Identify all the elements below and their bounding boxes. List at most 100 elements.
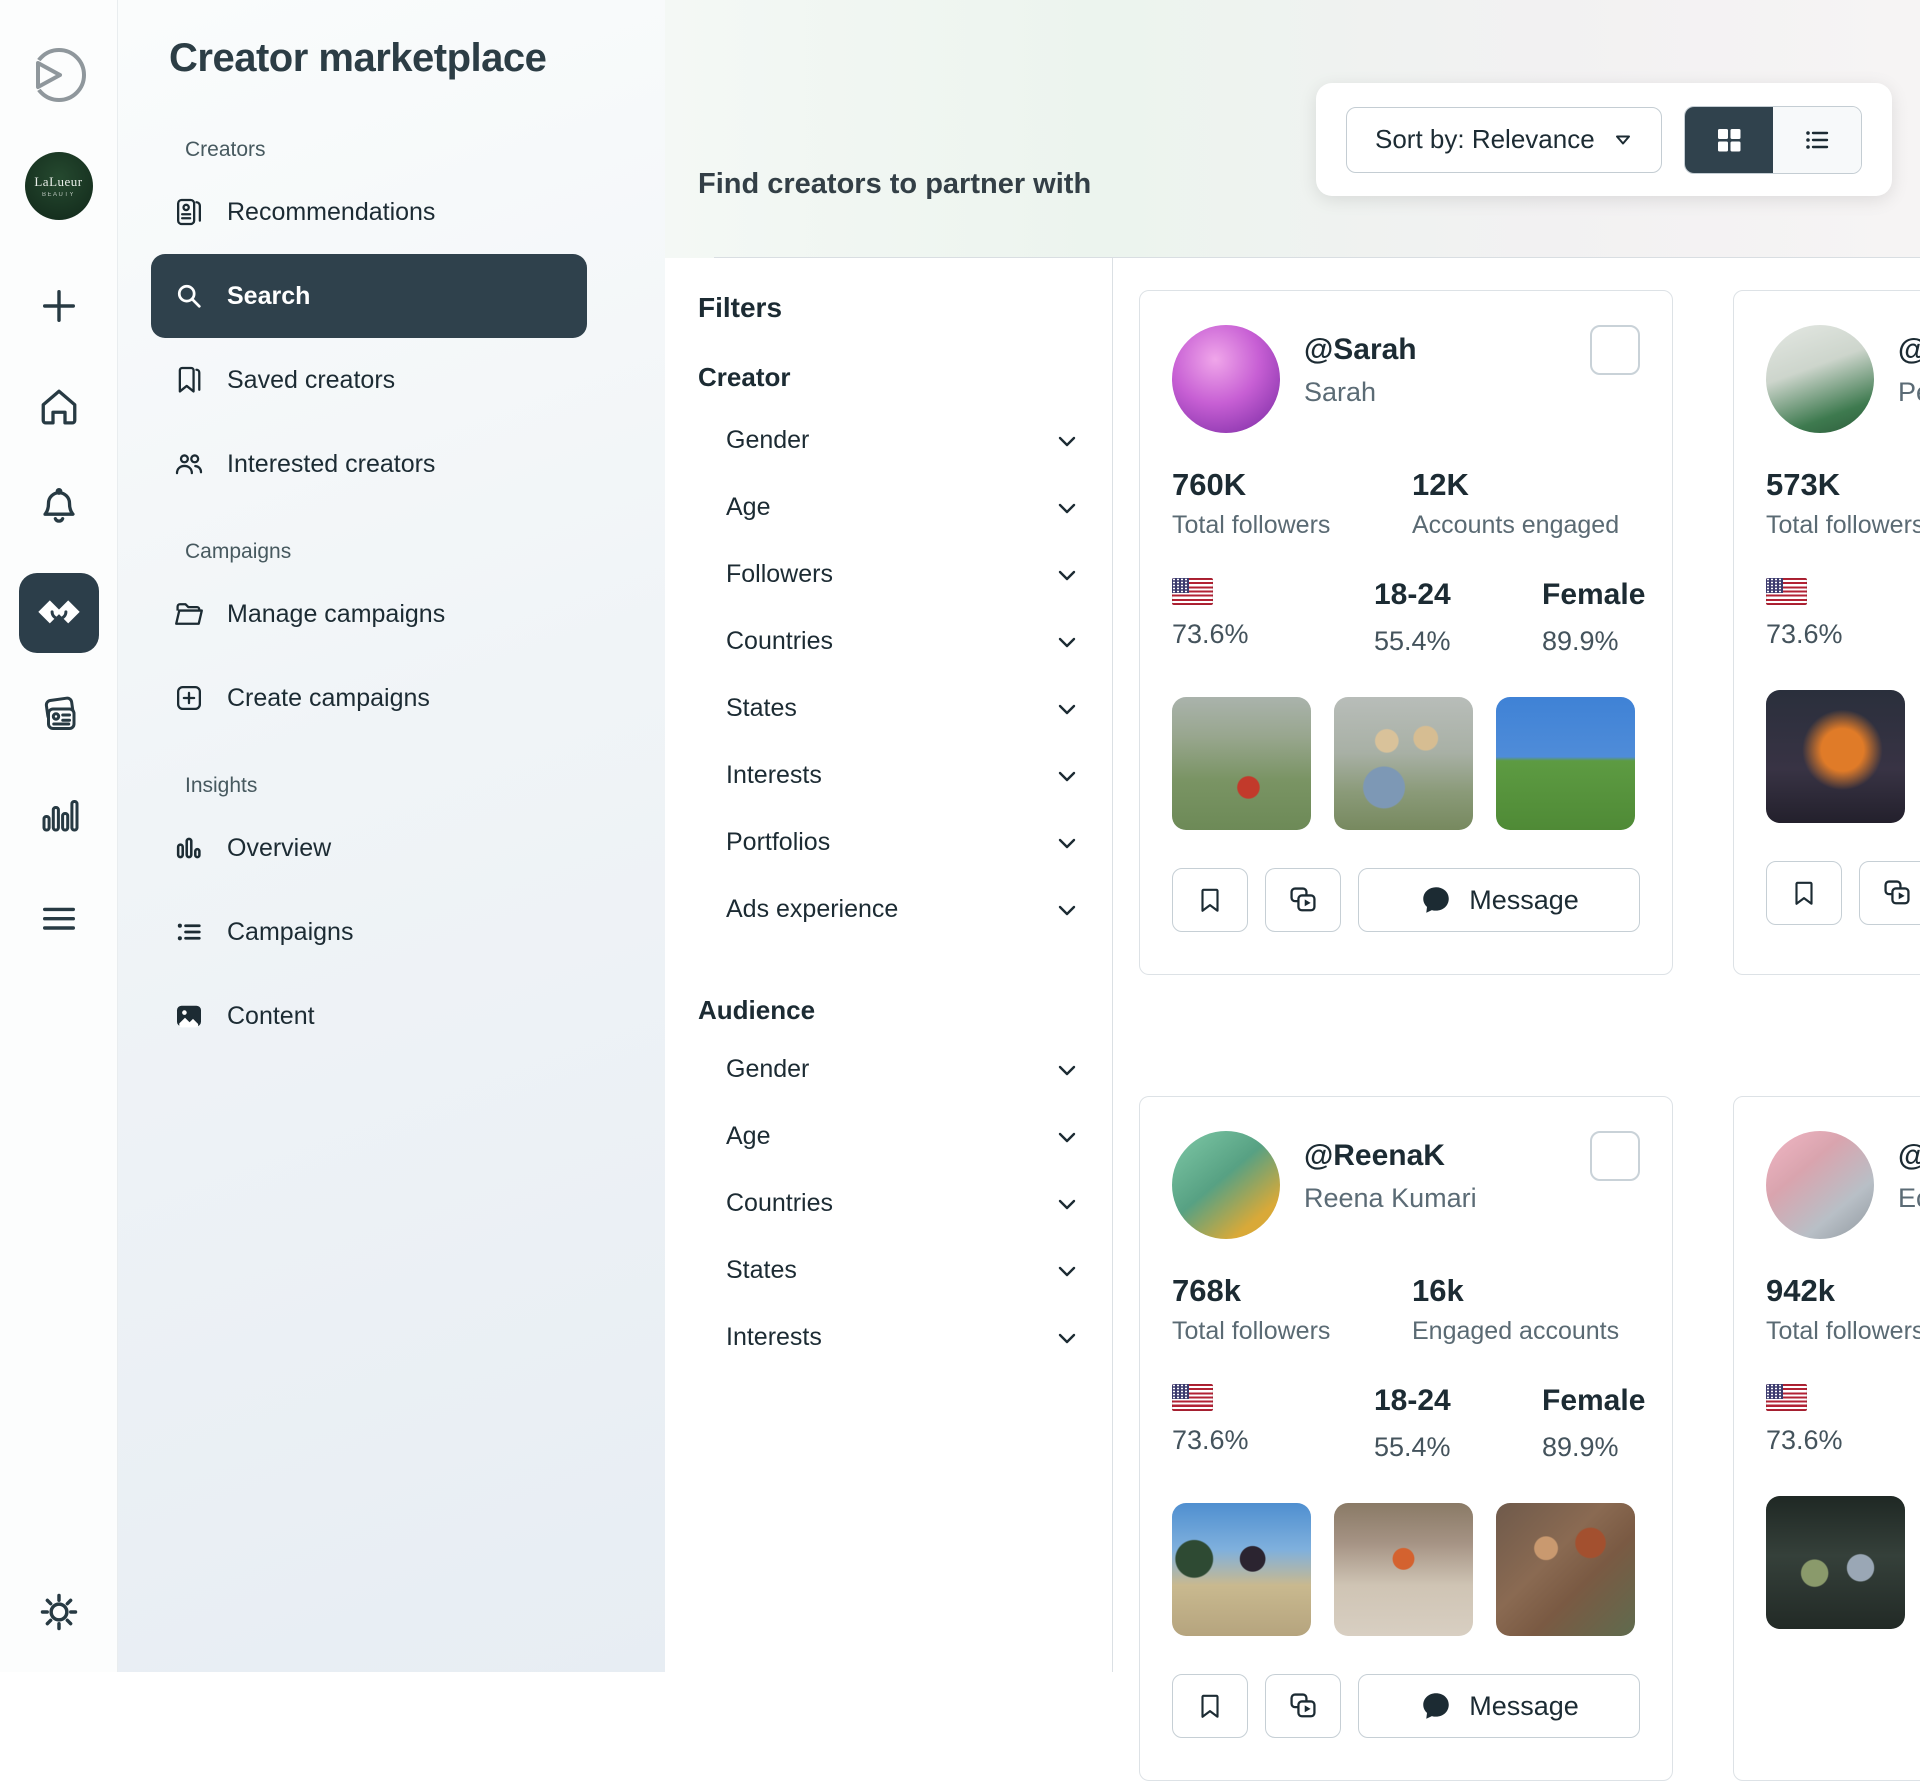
sidebar-nav: Creators Recommendations Search: [151, 138, 621, 1058]
settings-gear-icon[interactable]: [37, 1590, 81, 1634]
media-portfolio-icon: [1287, 1690, 1319, 1722]
filter-row-creator-interests[interactable]: Interests: [698, 742, 1080, 809]
home-icon[interactable]: [38, 386, 80, 428]
menu-icon[interactable]: [39, 898, 79, 938]
save-creator-button[interactable]: [1172, 868, 1248, 932]
filter-row-creator-ads-experience[interactable]: Ads experience: [698, 876, 1080, 943]
filter-row-creator-followers[interactable]: Followers: [698, 541, 1080, 608]
page-title: Creator marketplace: [169, 36, 546, 81]
filter-label: Countries: [726, 627, 833, 656]
filter-row-creator-gender[interactable]: Gender: [698, 407, 1080, 474]
filter-row-creator-states[interactable]: States: [698, 675, 1080, 742]
creator-handle[interactable]: @ReenaK: [1304, 1139, 1477, 1173]
filter-row-audience-gender[interactable]: Gender: [698, 1036, 1080, 1103]
sidebar-item-create-campaigns[interactable]: Create campaigns: [151, 656, 587, 740]
filters-title: Filters: [698, 292, 1080, 324]
filter-label: States: [726, 1256, 797, 1285]
horizontal-divider: [714, 257, 1920, 258]
workspace-subtitle: BEAUTY: [42, 192, 75, 198]
creator-avatar[interactable]: [1172, 325, 1280, 433]
ads-cards-icon[interactable]: [38, 694, 80, 736]
creator-handle[interactable]: @: [1898, 1139, 1920, 1173]
creator-handle[interactable]: @Sarah: [1304, 333, 1417, 367]
vertical-divider: [1112, 258, 1113, 1672]
sidebar-item-overview[interactable]: Overview: [151, 806, 587, 890]
save-creator-button[interactable]: [1172, 1674, 1248, 1738]
filter-label: Interests: [726, 761, 822, 790]
workspace-name: LaLueur: [34, 174, 82, 190]
content-thumbnail[interactable]: [1334, 697, 1473, 830]
search-icon: [173, 280, 205, 312]
filter-row-audience-interests[interactable]: Interests: [698, 1304, 1080, 1371]
select-checkbox[interactable]: [1590, 1131, 1640, 1181]
filter-row-creator-countries[interactable]: Countries: [698, 608, 1080, 675]
sort-by-button[interactable]: Sort by: Relevance: [1346, 107, 1662, 173]
chevron-down-icon: [1054, 495, 1080, 521]
audience-filter-rows: Gender Age Countries States Interests: [698, 1036, 1080, 1371]
creator-card-partial: @ Ec 942kTotal followers 73.6%: [1733, 1096, 1920, 1781]
media-portfolio-icon: [1287, 884, 1319, 916]
sidebar-item-recommendations[interactable]: Recommendations: [151, 170, 587, 254]
portfolio-button[interactable]: [1859, 861, 1920, 925]
country-percent: 73.6%: [1172, 1425, 1374, 1456]
app-logo-icon[interactable]: [26, 42, 92, 108]
message-button[interactable]: Message: [1358, 868, 1640, 932]
bookmark-icon: [1195, 1691, 1225, 1721]
filter-row-audience-states[interactable]: States: [698, 1237, 1080, 1304]
us-flag-icon: [1766, 578, 1807, 605]
filter-row-creator-portfolios[interactable]: Portfolios: [698, 809, 1080, 876]
creator-avatar[interactable]: [1172, 1131, 1280, 1239]
message-button[interactable]: Message: [1358, 1674, 1640, 1738]
sidebar-item-content[interactable]: Content: [151, 974, 587, 1058]
content-thumbnail[interactable]: [1172, 697, 1311, 830]
filter-label: Ads experience: [726, 895, 898, 924]
notifications-icon[interactable]: [38, 486, 80, 528]
content-thumbnail[interactable]: [1172, 1503, 1311, 1636]
filter-row-creator-age[interactable]: Age: [698, 474, 1080, 541]
grid-view-button[interactable]: [1685, 107, 1773, 173]
folder-icon: [173, 598, 205, 630]
sort-toolbar: Sort by: Relevance: [1316, 83, 1892, 196]
age-percent: 55.4%: [1374, 1432, 1542, 1463]
followers-label: Total followers: [1766, 511, 1920, 540]
gender-value: Female: [1542, 1384, 1645, 1418]
filter-label: Interests: [726, 1323, 822, 1352]
content-thumbnail[interactable]: [1496, 1503, 1635, 1636]
portfolio-button[interactable]: [1265, 868, 1341, 932]
sidebar-item-label: Create campaigns: [227, 684, 430, 713]
content-thumbnail[interactable]: [1766, 1496, 1905, 1629]
filter-row-audience-age[interactable]: Age: [698, 1103, 1080, 1170]
chevron-down-icon: [1613, 130, 1633, 150]
creator-avatar[interactable]: [1766, 325, 1874, 433]
workspace-avatar[interactable]: LaLueur BEAUTY: [25, 152, 93, 220]
creator-handle[interactable]: @: [1898, 333, 1920, 367]
partnerships-icon-active[interactable]: [19, 573, 99, 653]
followers-label: Total followers: [1172, 1317, 1412, 1346]
sidebar-item-search[interactable]: Search: [151, 254, 587, 338]
save-creator-button[interactable]: [1766, 861, 1842, 925]
content-thumbnail[interactable]: [1334, 1503, 1473, 1636]
add-icon[interactable]: [39, 286, 79, 326]
portfolio-button[interactable]: [1265, 1674, 1341, 1738]
chevron-down-icon: [1054, 1325, 1080, 1351]
filter-group-audience: Audience: [698, 995, 1080, 1026]
section-heading: Find creators to partner with: [698, 168, 1091, 201]
sidebar-item-interested-creators[interactable]: Interested creators: [151, 422, 587, 506]
sidebar-item-campaigns-insights[interactable]: Campaigns: [151, 890, 587, 974]
creator-avatar[interactable]: [1766, 1131, 1874, 1239]
chevron-down-icon: [1054, 629, 1080, 655]
chevron-down-icon: [1054, 562, 1080, 588]
content-thumbnail[interactable]: [1496, 697, 1635, 830]
us-flag-icon: [1172, 1384, 1213, 1411]
country-percent: 73.6%: [1766, 1425, 1920, 1456]
content-thumbnail[interactable]: [1766, 690, 1905, 823]
creator-name: Pe: [1898, 377, 1920, 408]
select-checkbox[interactable]: [1590, 325, 1640, 375]
sidebar-item-saved-creators[interactable]: Saved creators: [151, 338, 587, 422]
sidebar-item-manage-campaigns[interactable]: Manage campaigns: [151, 572, 587, 656]
filter-row-audience-countries[interactable]: Countries: [698, 1170, 1080, 1237]
creator-name: Sarah: [1304, 377, 1417, 408]
insights-chart-icon[interactable]: [38, 794, 80, 836]
list-view-button[interactable]: [1773, 107, 1861, 173]
creator-card: @ReenaK Reena Kumari 768kTotal followers…: [1139, 1096, 1673, 1781]
